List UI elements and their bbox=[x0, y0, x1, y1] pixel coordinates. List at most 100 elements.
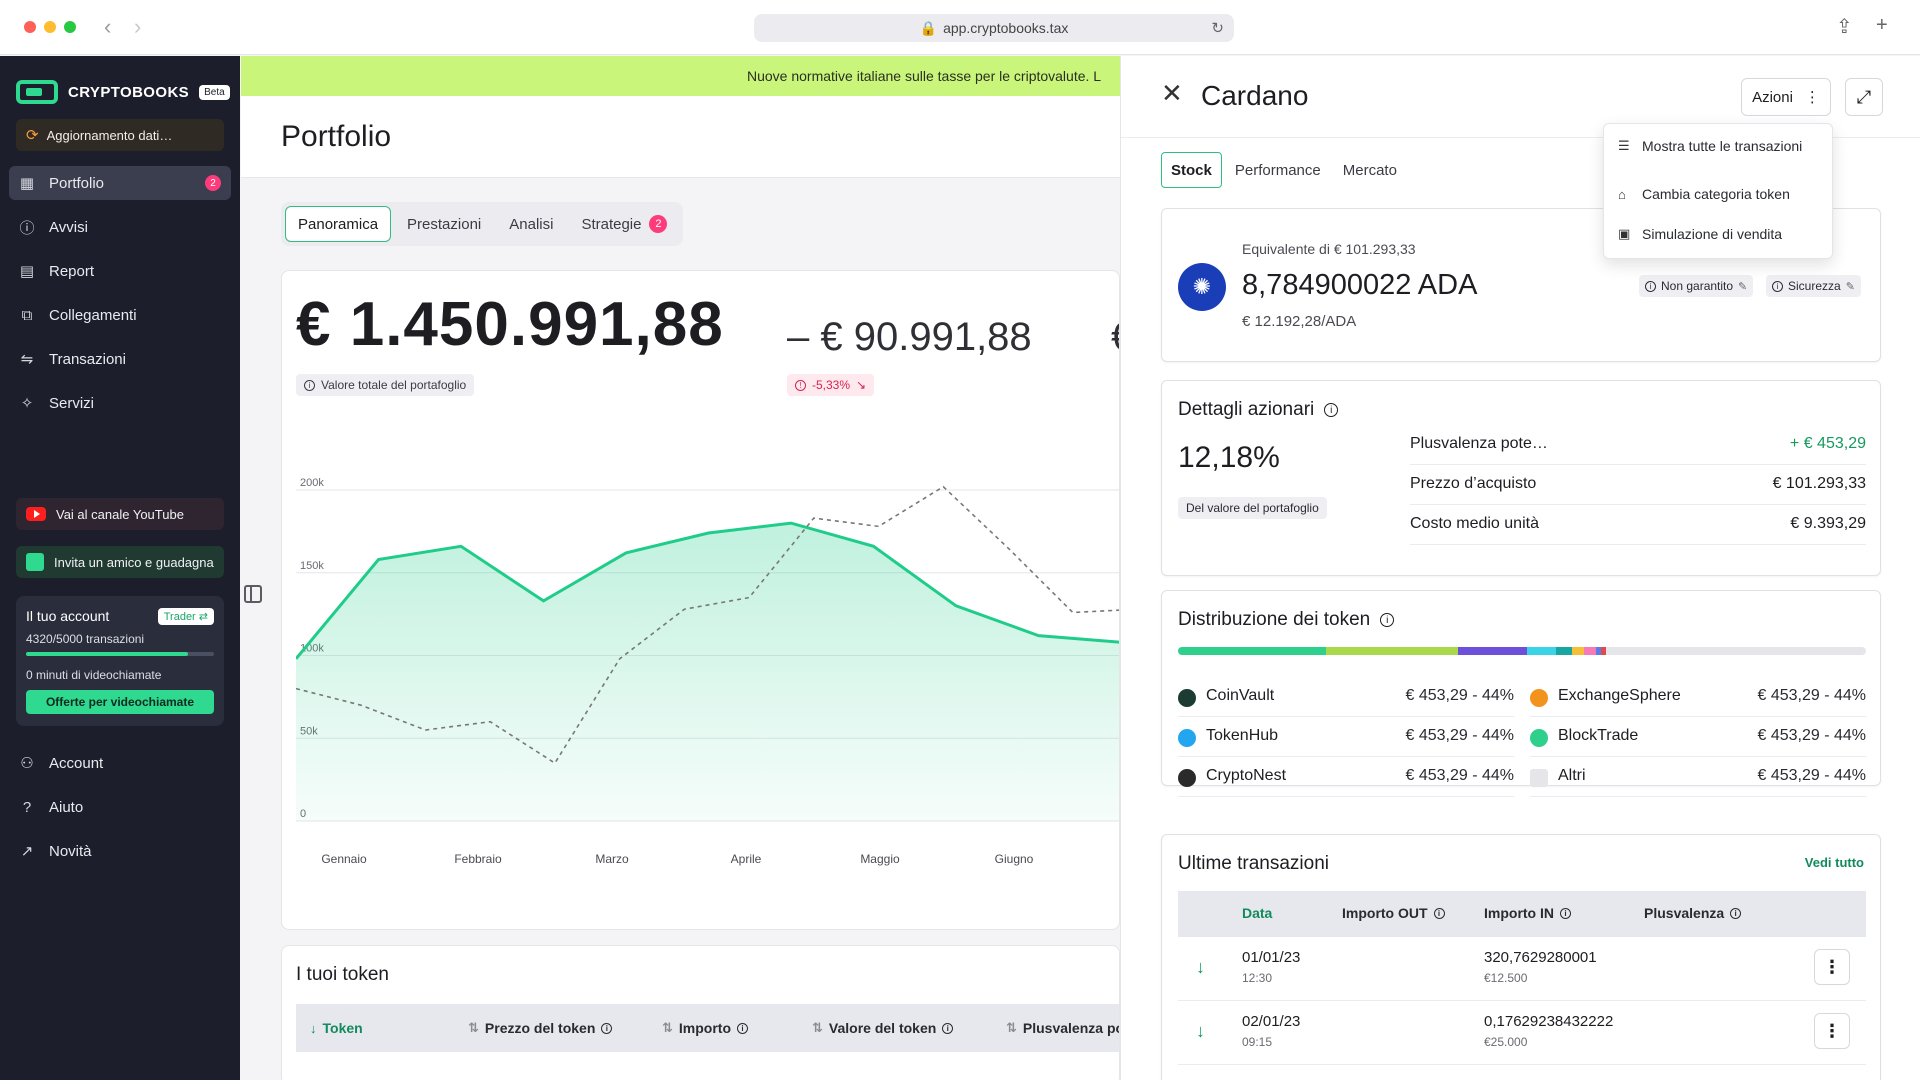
update-status-text: Aggiornamento dati… bbox=[46, 127, 173, 143]
sidebar-item-transazioni[interactable]: ⇋ Transazioni bbox=[9, 342, 231, 376]
column-token-value[interactable]: ⇅ Valore del token i bbox=[812, 1020, 954, 1036]
brand-name: CRYPTOBOOKS bbox=[68, 83, 190, 101]
column-amount-in[interactable]: Importo IN i bbox=[1484, 905, 1571, 921]
change-percent: -5,33% bbox=[812, 378, 851, 392]
column-label: Prezzo del token bbox=[484, 1020, 596, 1036]
info-icon: i bbox=[1730, 907, 1742, 919]
total-value-label: i Valore totale del portafoglio bbox=[296, 374, 475, 396]
sidebar-item-label: Report bbox=[49, 262, 95, 280]
url-text: app.cryptobooks.tax bbox=[943, 20, 1069, 36]
token-name: CoinVault bbox=[1206, 687, 1275, 704]
forward-icon[interactable]: › bbox=[134, 14, 141, 40]
plan-badge: Trader ⇄ bbox=[157, 608, 214, 625]
new-tab-icon[interactable]: + bbox=[1876, 14, 1888, 37]
token-logo-icon bbox=[1530, 729, 1548, 747]
actions-button[interactable]: Azioni ⋮ bbox=[1741, 78, 1831, 116]
menu-item-sale-simulation[interactable]: ▣ Simulazione di vendita bbox=[1618, 226, 1782, 242]
x-tick-label: Febbraio bbox=[454, 852, 502, 866]
reload-icon[interactable]: ↻ bbox=[1211, 19, 1224, 37]
sidebar-item-portfolio[interactable]: ▦ Portfolio 2 bbox=[9, 166, 231, 200]
table-row[interactable]: ↓ 01/01/23 12:30 320,7629280001 €12.500 … bbox=[1178, 937, 1866, 1001]
info-icon: i bbox=[1772, 280, 1783, 292]
sidebar-item-report[interactable]: ▤ Report bbox=[9, 254, 231, 288]
transactions-icon: ⇋ bbox=[20, 351, 34, 368]
row-more-button[interactable]: ⋮ bbox=[1814, 1013, 1850, 1049]
details-title: Dettagli azionari i bbox=[1178, 399, 1339, 421]
detail-row-purchase-price: Prezzo d’acquisto € 101.293,33 bbox=[1410, 465, 1866, 505]
column-token-price[interactable]: ⇅ Prezzo del token i bbox=[468, 1020, 613, 1036]
tab-prestazioni[interactable]: Prestazioni bbox=[395, 206, 493, 242]
column-amount[interactable]: ⇅ Importo i bbox=[662, 1020, 749, 1036]
sidebar-item-account[interactable]: ⚇ Account bbox=[9, 746, 231, 780]
equivalent-value: Equivalente di € 101.293,33 bbox=[1242, 241, 1416, 257]
menu-item-change-category[interactable]: ⌂ Cambia categoria token bbox=[1618, 186, 1790, 202]
tab-strategie[interactable]: Strategie 2 bbox=[569, 206, 679, 242]
help-icon: ? bbox=[22, 798, 32, 816]
sidebar-item-avvisi[interactable]: ⓘ Avvisi bbox=[9, 210, 231, 244]
info-icon[interactable]: i bbox=[1324, 403, 1339, 417]
announcement-banner[interactable]: Nuove normative italiane sulle tasse per… bbox=[241, 56, 1120, 96]
menu-item-label: Mostra tutte le transazioni bbox=[1642, 138, 1803, 154]
token-logo-icon bbox=[1178, 769, 1196, 787]
tag-sicurezza[interactable]: i Sicurezza ✎ bbox=[1766, 275, 1861, 297]
token-value: € 453,29 - 44% bbox=[1757, 727, 1866, 744]
sidebar-item-aiuto[interactable]: ? Aiuto bbox=[9, 790, 231, 824]
info-icon[interactable]: i bbox=[1380, 613, 1395, 627]
back-icon[interactable]: ‹ bbox=[104, 14, 111, 40]
y-tick-label: 150k bbox=[300, 560, 324, 572]
detail-label: Costo medio unità bbox=[1410, 515, 1539, 532]
column-date[interactable]: Data bbox=[1242, 905, 1272, 921]
sidebar-item-novita[interactable]: ↗ Novità bbox=[9, 834, 231, 868]
collapse-sidebar-icon[interactable] bbox=[244, 585, 262, 603]
column-capital-gain[interactable]: ⇅ Plusvalenza po bbox=[1006, 1020, 1120, 1036]
token-distribution-card: Distribuzione dei token i CoinVault € 453… bbox=[1161, 590, 1881, 797]
invite-friend-link[interactable]: Invita un amico e guadagna bbox=[16, 546, 224, 578]
tab-panoramica[interactable]: Panoramica bbox=[285, 206, 392, 242]
maximize-window-button[interactable] bbox=[64, 21, 76, 33]
invite-link-label: Invita un amico e guadagna bbox=[54, 554, 214, 570]
row-more-button[interactable]: ⋮ bbox=[1814, 949, 1850, 985]
youtube-link-label: Vai al canale YouTube bbox=[56, 506, 184, 522]
sort-icon: ⇅ bbox=[662, 1020, 673, 1035]
tab-stock[interactable]: Stock bbox=[1161, 152, 1222, 188]
tag-non-garantito[interactable]: i Non garantito ✎ bbox=[1639, 275, 1754, 297]
sort-icon: ↓ bbox=[310, 1020, 317, 1036]
table-row[interactable]: ↓ 02/01/23 09:15 0,17629238432222 €25.00… bbox=[1178, 1001, 1866, 1065]
link-icon: ⧉ bbox=[21, 306, 33, 324]
info-icon: i bbox=[1645, 280, 1656, 292]
youtube-channel-link[interactable]: Vai al canale YouTube bbox=[16, 498, 224, 530]
sort-icon: ⇅ bbox=[468, 1020, 479, 1035]
sidebar-item-collegamenti[interactable]: ⧉ Collegamenti bbox=[9, 298, 231, 332]
arrow-down-icon: ↓ bbox=[1196, 957, 1205, 977]
share-icon[interactable]: ⇪ bbox=[1836, 14, 1853, 39]
column-capital-gain[interactable]: Plusvalenza i bbox=[1644, 905, 1742, 921]
transactions-usage: 4320/5000 transazioni bbox=[26, 632, 145, 646]
column-token[interactable]: ↓ Token bbox=[310, 1020, 363, 1036]
column-label: Importo bbox=[678, 1020, 732, 1036]
column-label: Plusvalenza po bbox=[1022, 1020, 1120, 1036]
menu-item-show-transactions[interactable]: ☰ Mostra tutte le transazioni bbox=[1618, 138, 1802, 154]
tab-label: Strategie bbox=[581, 215, 642, 233]
detail-label: Plusvalenza pote… bbox=[1410, 435, 1548, 452]
sidebar-item-servizi[interactable]: ✧ Servizi bbox=[9, 386, 231, 420]
total-value-label-text: Valore totale del portafoglio bbox=[321, 378, 467, 392]
tab-analisi[interactable]: Analisi bbox=[497, 206, 565, 242]
tab-performance[interactable]: Performance bbox=[1226, 152, 1330, 188]
user-icon: ⚇ bbox=[20, 755, 34, 772]
tokens-title: I tuoi token bbox=[296, 964, 389, 985]
minimize-window-button[interactable] bbox=[44, 21, 56, 33]
column-label: Importo IN bbox=[1484, 905, 1554, 921]
video-call-offers-button[interactable]: Offerte per videochiamate bbox=[26, 690, 214, 714]
column-amount-out[interactable]: Importo OUT i bbox=[1342, 905, 1445, 921]
sparkle-icon: ✧ bbox=[20, 395, 34, 412]
tag-icon: ⌂ bbox=[1618, 186, 1626, 202]
sidebar-item-label: Transazioni bbox=[49, 350, 126, 368]
tab-mercato[interactable]: Mercato bbox=[1334, 152, 1406, 188]
see-all-link[interactable]: Vedi tutto bbox=[1805, 855, 1864, 870]
expand-icon[interactable]: ⤢ bbox=[1845, 78, 1883, 116]
address-bar[interactable]: 🔒 app.cryptobooks.tax ↻ bbox=[754, 14, 1234, 42]
detail-value: + € 453,29 bbox=[1789, 435, 1866, 452]
brand-logo[interactable]: CRYPTOBOOKS Beta bbox=[16, 80, 230, 104]
close-icon[interactable]: ✕ bbox=[1161, 78, 1183, 109]
close-window-button[interactable] bbox=[24, 21, 36, 33]
